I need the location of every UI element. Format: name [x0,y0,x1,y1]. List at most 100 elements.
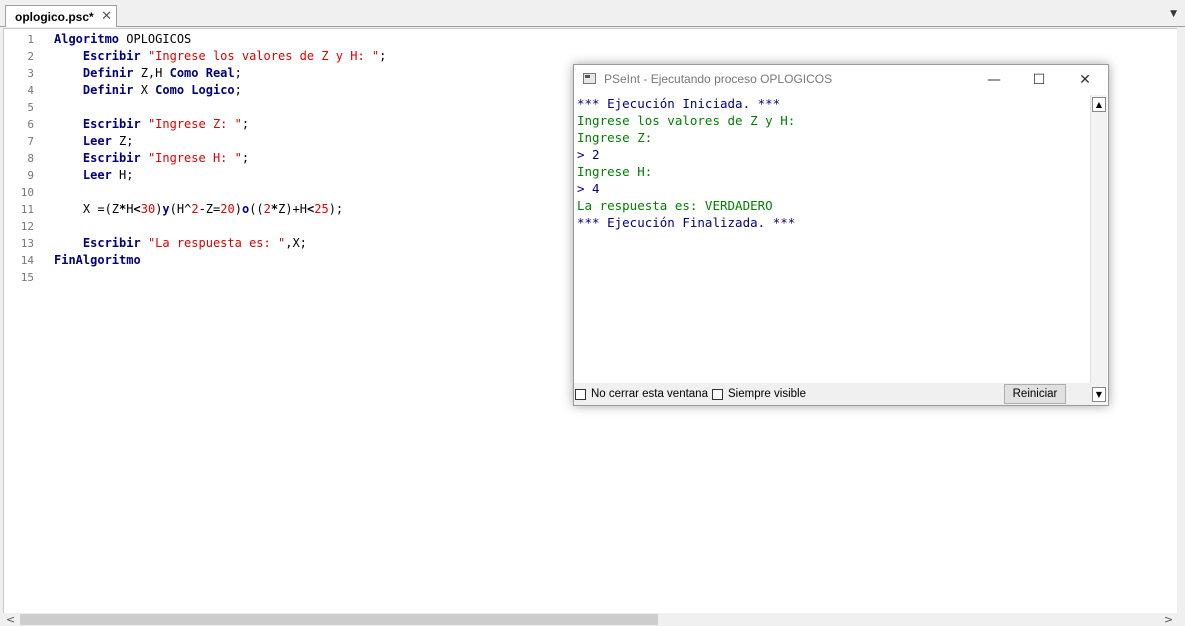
code-token: (( [249,202,264,216]
code-token: ; [234,83,242,97]
code-token: Algoritmo [54,32,120,46]
code-token: Como Real [169,66,235,80]
code-token: H [126,202,134,216]
console-output[interactable]: *** Ejecución Iniciada. *** Ingrese los v… [575,95,1091,383]
scrollbar-thumb[interactable] [20,614,658,625]
code-line: Escribir "La respuesta es: ",X; [54,235,386,252]
console-line: *** Ejecución Finalizada. *** [577,215,796,230]
line-number: 14 [20,254,34,267]
scroll-left-icon[interactable]: < [6,613,15,626]
scroll-right-icon[interactable]: > [1164,613,1173,626]
code-token: < [133,202,141,216]
code-token: OPLOGICOS [119,32,192,46]
code-token: ; [241,117,250,131]
code-line: X =(Z*H<30)y(H^2-Z=20)o((2*Z)+H<25); [54,201,386,218]
window-bottom-bar: No cerrar esta ventana Siempre visible R… [574,383,1092,405]
code-token: 2 [191,202,199,216]
code-token: FinAlgoritmo [54,253,141,267]
maximize-icon[interactable]: ☐ [1024,69,1054,91]
line-number: 5 [27,101,34,114]
line-number: 8 [27,152,34,165]
console-line: > 4 [577,181,600,196]
code-line: Algoritmo OPLOGICOS [54,31,386,48]
close-icon[interactable]: ✕ [101,8,112,24]
code-token: "La respuesta es: " [147,236,286,250]
code-token: Leer [82,134,112,148]
console-line: Ingrese Z: [577,130,653,145]
scroll-up-icon[interactable]: ▲ [1092,97,1106,112]
code-token: ,X; [285,236,307,250]
code-line: Definir X Como Logico; [54,82,386,99]
checkbox-box[interactable] [712,388,723,400]
window-titlebar[interactable]: PSeInt - Ejecutando proceso OPLOGICOS — … [574,65,1108,95]
console-line: *** Ejecución Iniciada. *** [577,96,781,111]
code-line: FinAlgoritmo [54,252,386,269]
console-line: Ingrese los valores de Z y H: [577,113,796,128]
execution-window: PSeInt - Ejecutando proceso OPLOGICOS — … [573,64,1109,406]
code-token: Escribir [82,117,141,131]
code-token: ; [234,66,242,80]
checkbox-box[interactable] [575,388,586,400]
line-number: 2 [27,50,34,63]
code-token: Z)+H [278,202,308,216]
line-number-gutter: 1 2 3 4 5 6 7 8 9 10 11 12 13 14 15 [4,31,44,286]
code-token: 20 [220,202,235,216]
scroll-down-icon[interactable]: ▼ [1092,387,1106,402]
console-vertical-scrollbar[interactable]: ▲ ▼ [1090,95,1107,405]
app-window-icon [583,73,596,84]
code-token: Leer [82,168,112,182]
code-token: y [162,202,170,216]
code-token: -Z= [198,202,221,216]
console-line: > 2 [577,147,600,162]
horizontal-scrollbar[interactable]: < > [0,613,1185,626]
code-line: Leer Z; [54,133,386,150]
code-token: X =(Z [54,202,120,216]
code-token: Escribir [82,49,141,63]
always-visible-checkbox[interactable]: Siempre visible [712,388,806,400]
code-line: Leer H; [54,167,386,184]
minimize-icon[interactable]: — [979,69,1009,91]
console-line: La respuesta es: VERDADERO [577,198,773,213]
code-token: X [133,83,156,97]
code-token: Escribir [82,236,141,250]
code-token: Z; [111,134,134,148]
code-token: "Ingrese H: " [147,151,242,165]
code-area[interactable]: Algoritmo OPLOGICOS Escribir "Ingrese lo… [54,31,386,286]
keep-open-checkbox[interactable]: No cerrar esta ventana [575,388,708,400]
code-line: Definir Z,H Como Real; [54,65,386,82]
code-token: 30 [140,202,156,216]
code-token: "Ingrese Z: " [147,117,242,131]
keep-open-label: No cerrar esta ventana [591,388,708,400]
close-icon[interactable]: ✕ [1070,69,1100,91]
code-token: Definir [82,83,134,97]
line-number: 4 [27,84,34,97]
restart-button[interactable]: Reiniciar [1004,384,1066,404]
code-line: Escribir "Ingrese los valores de Z y H: … [54,48,386,65]
window-title: PSeInt - Ejecutando proceso OPLOGICOS [604,72,833,86]
code-line: Escribir "Ingrese Z: "; [54,116,386,133]
code-token: H; [111,168,134,182]
tab-list-dropdown-icon[interactable]: ▼ [1170,9,1177,19]
tab-oplogico[interactable]: oplogico.psc* ✕ [5,5,117,27]
line-number: 13 [20,237,34,250]
line-number: 12 [20,220,34,233]
line-number: 15 [20,271,34,284]
code-token: Como Logico [155,83,235,97]
line-number: 7 [27,135,34,148]
line-number: 9 [27,169,34,182]
